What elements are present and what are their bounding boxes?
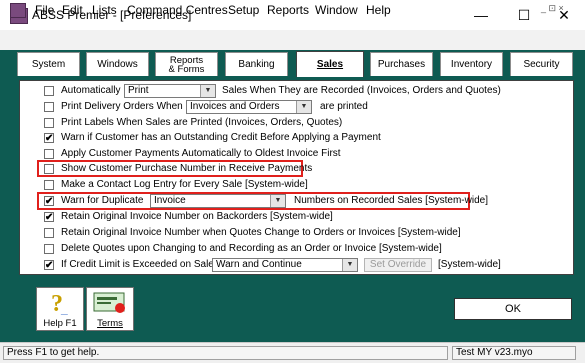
pref-warn-credit-label: Warn if Customer has an Outstanding Cred…	[61, 132, 381, 143]
menu-reports[interactable]: Reports	[267, 3, 309, 17]
pref-credit-limit-checkbox[interactable]: ✔	[44, 260, 54, 271]
pref-warn-duplicate-label-pre: Warn for Duplicate	[61, 195, 144, 206]
pref-warn-duplicate-row: ✔ Warn for Duplicate Invoice ▼ Numbers o…	[24, 194, 564, 210]
pref-show-po-number-row: Show Customer Purchase Number in Receive…	[24, 162, 564, 178]
pref-retain-backorders-row: ✔ Retain Original Invoice Number on Back…	[24, 210, 564, 226]
chevron-down-icon[interactable]: ▼	[296, 101, 311, 113]
tab-banking[interactable]: Banking	[225, 52, 288, 76]
pref-print-delivery-label-pre: Print Delivery Orders When	[61, 101, 183, 112]
pref-print-labels-label: Print Labels When Sales are Printed (Inv…	[61, 117, 343, 128]
pref-warn-credit-row: ✔ Warn if Customer has an Outstanding Cr…	[24, 131, 564, 147]
tab-sales[interactable]: Sales	[296, 51, 364, 77]
tab-purchases[interactable]: Purchases	[370, 52, 433, 76]
terms-button[interactable]: Terms	[86, 287, 134, 331]
maximize-button[interactable]: ☐	[503, 2, 545, 28]
chevron-down-icon[interactable]: ▼	[200, 85, 215, 97]
terms-label: Terms	[97, 318, 123, 329]
mdi-window-controls[interactable]: _ ⊡ ×	[541, 3, 581, 17]
auto-record-select[interactable]: Print ▼	[124, 84, 216, 98]
svg-text:_: _	[60, 302, 68, 316]
tab-inventory[interactable]: Inventory	[440, 52, 503, 76]
pref-print-labels-row: Print Labels When Sales are Printed (Inv…	[24, 116, 564, 132]
menu-setup[interactable]: Setup	[228, 3, 259, 17]
pref-delete-quotes-label: Delete Quotes upon Changing to and Recor…	[61, 243, 442, 254]
tab-reports-forms-line2: & Forms	[168, 63, 205, 75]
warn-duplicate-select[interactable]: Invoice ▼	[150, 194, 286, 208]
chevron-down-icon[interactable]: ▼	[342, 259, 357, 271]
menu-command-centres[interactable]: Command Centres	[127, 3, 228, 17]
set-override-button[interactable]: Set Override	[364, 258, 432, 272]
minimize-button[interactable]: —	[460, 2, 502, 28]
pref-apply-payments-label: Apply Customer Payments Automatically to…	[61, 148, 341, 159]
pref-retain-quotes-label: Retain Original Invoice Number when Quot…	[61, 227, 461, 238]
pref-print-delivery-row: Print Delivery Orders When Invoices and …	[24, 100, 564, 116]
menu-bar	[0, 30, 585, 51]
pref-auto-record-checkbox[interactable]	[44, 86, 54, 96]
help-label: Help F1	[43, 318, 77, 329]
pref-delete-quotes-checkbox[interactable]	[44, 244, 54, 254]
pref-auto-record-label-post: Sales When They are Recorded (Invoices, …	[222, 85, 501, 96]
menu-lists[interactable]: Lists	[92, 3, 117, 17]
menu-edit[interactable]: Edit	[62, 3, 83, 17]
pref-show-po-number-label: Show Customer Purchase Number in Receive…	[61, 163, 313, 174]
pref-auto-record-label-pre: Automatically	[61, 85, 121, 96]
menu-file[interactable]: File	[35, 3, 54, 17]
print-delivery-select[interactable]: Invoices and Orders ▼	[186, 100, 312, 114]
pref-warn-duplicate-checkbox[interactable]: ✔	[44, 196, 54, 207]
tab-system[interactable]: System	[17, 52, 80, 76]
chevron-down-icon[interactable]: ▼	[270, 195, 285, 207]
pref-print-delivery-label-post: are printed	[320, 101, 368, 112]
pref-credit-limit-label-post: [System-wide]	[438, 259, 501, 270]
pref-delete-quotes-row: Delete Quotes upon Changing to and Recor…	[24, 242, 564, 258]
ok-button[interactable]: OK	[454, 298, 572, 320]
pref-print-labels-checkbox[interactable]	[44, 118, 54, 128]
menu-help[interactable]: Help	[366, 3, 391, 17]
help-button[interactable]: ? _ Help F1	[36, 287, 84, 331]
menu-window[interactable]: Window	[315, 3, 358, 17]
status-hint: Press F1 to get help.	[3, 346, 448, 360]
help-icon: ? _	[51, 291, 68, 317]
pref-credit-limit-label-pre: If Credit Limit is Exceeded on Sale	[61, 259, 214, 270]
pref-apply-payments-checkbox[interactable]	[44, 149, 54, 159]
pref-retain-backorders-label: Retain Original Invoice Number on Backor…	[61, 211, 333, 222]
print-delivery-select-value: Invoices and Orders	[190, 101, 280, 112]
pref-contact-log-checkbox[interactable]	[44, 180, 54, 190]
warn-duplicate-select-value: Invoice	[154, 195, 186, 206]
document-icon[interactable]	[10, 3, 26, 18]
tab-reports-forms[interactable]: Reports & Forms	[155, 52, 218, 76]
auto-record-select-value: Print	[128, 85, 149, 96]
credit-limit-select[interactable]: Warn and Continue ▼	[212, 258, 358, 272]
pref-print-delivery-checkbox[interactable]	[44, 102, 54, 112]
tab-security[interactable]: Security	[510, 52, 573, 76]
pref-contact-log-label: Make a Contact Log Entry for Every Sale …	[61, 179, 308, 190]
status-file: Test MY v23.myo	[452, 346, 576, 360]
tab-windows[interactable]: Windows	[86, 52, 149, 76]
pref-retain-backorders-checkbox[interactable]: ✔	[44, 212, 54, 223]
credit-limit-select-value: Warn and Continue	[216, 259, 302, 270]
terms-icon	[93, 292, 125, 313]
pref-show-po-number-checkbox[interactable]	[44, 164, 54, 174]
pref-warn-duplicate-label-post: Numbers on Recorded Sales [System-wide]	[294, 195, 488, 206]
pref-credit-limit-row: ✔ If Credit Limit is Exceeded on Sale Wa…	[24, 258, 564, 274]
pref-warn-credit-checkbox[interactable]: ✔	[44, 133, 54, 144]
pref-retain-quotes-row: Retain Original Invoice Number when Quot…	[24, 226, 564, 242]
pref-retain-quotes-checkbox[interactable]	[44, 228, 54, 238]
pref-auto-record-row: Automatically Print ▼ Sales When They ar…	[24, 84, 564, 100]
